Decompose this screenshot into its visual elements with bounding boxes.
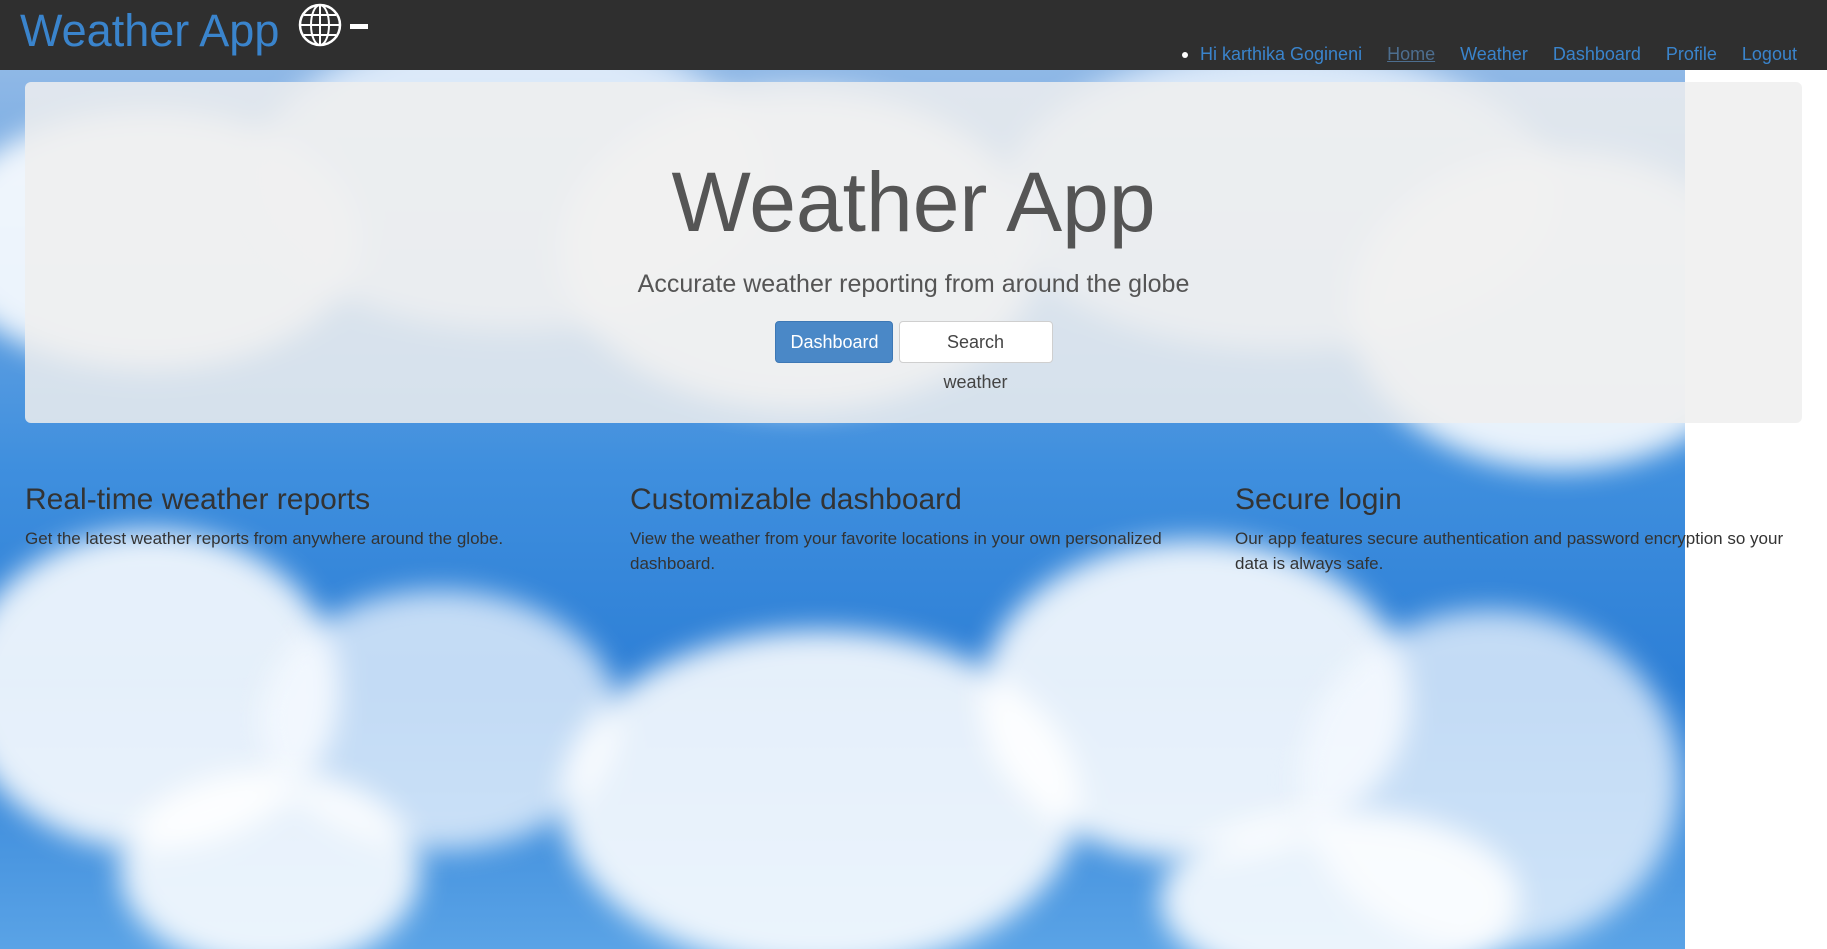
feature-title: Secure login: [1235, 483, 1402, 516]
globe-icon: [297, 2, 343, 48]
top-navbar: Weather App Hi karthika Gogineni Home We…: [0, 0, 1827, 70]
hero-subtitle: Accurate weather reporting from around t…: [637, 270, 1190, 298]
feature-text: Get the latest weather reports from anyw…: [25, 529, 504, 548]
feature-text: View the weather from your favorite loca…: [630, 529, 1162, 573]
nav-link-logout[interactable]: Logout: [1742, 44, 1797, 65]
feature-dashboard: Customizable dashboard View the weather …: [630, 480, 1190, 576]
hero-jumbotron: Weather App Accurate weather reporting f…: [25, 82, 1802, 423]
feature-realtime: Real-time weather reports Get the latest…: [25, 480, 585, 551]
nav-link-weather[interactable]: Weather: [1460, 44, 1528, 65]
user-greeting[interactable]: Hi karthika Gogineni: [1180, 44, 1362, 65]
nav-links: Hi karthika Gogineni Home Weather Dashbo…: [1180, 44, 1822, 65]
brand-link[interactable]: Weather App: [20, 4, 279, 58]
feature-secure-login: Secure login Our app features secure aut…: [1235, 480, 1805, 576]
nav-link-home[interactable]: Home: [1387, 44, 1435, 65]
hero-buttons: Dashboard Search weather: [25, 321, 1802, 392]
nav-link-dashboard[interactable]: Dashboard: [1553, 44, 1641, 65]
search-weather-button[interactable]: Search weather: [898, 321, 1053, 392]
hero-title: Weather App: [671, 155, 1156, 249]
feature-title: Customizable dashboard: [630, 483, 962, 516]
feature-title: Real-time weather reports: [25, 483, 371, 516]
feature-text: Our app features secure authentication a…: [1235, 529, 1784, 573]
dashboard-button[interactable]: Dashboard: [774, 321, 893, 363]
dash-mark: [350, 24, 368, 29]
nav-link-profile[interactable]: Profile: [1666, 44, 1717, 65]
